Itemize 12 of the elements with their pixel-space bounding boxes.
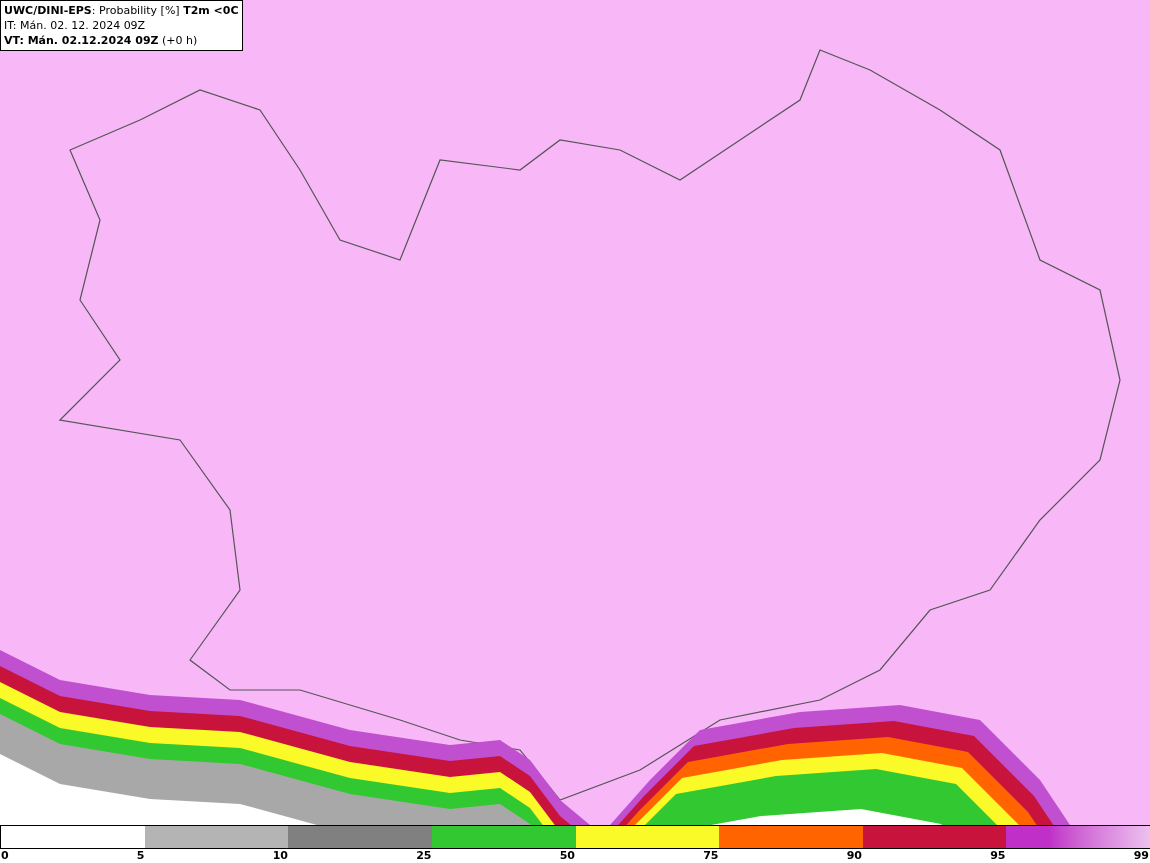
title-line: IT: Mán. 02. 12. 2024 09Z	[4, 18, 147, 33]
title-line: VT: Mán. 02.12.2024 09Z (+0 h)	[4, 33, 199, 48]
scale-label: 0	[1, 849, 9, 863]
scale-label: 75	[703, 849, 719, 863]
scale-label: 5	[136, 849, 145, 863]
scale-label: 95	[990, 849, 1006, 863]
title-line: UWC/DINI-EPS: Probability [%] T2m <0C	[4, 3, 239, 18]
scale-label: 25	[416, 849, 432, 863]
scale-label: 99	[1133, 849, 1149, 863]
scale-label: 10	[272, 849, 288, 863]
scale-label: 90	[846, 849, 862, 863]
scale-label: 50	[559, 849, 575, 863]
